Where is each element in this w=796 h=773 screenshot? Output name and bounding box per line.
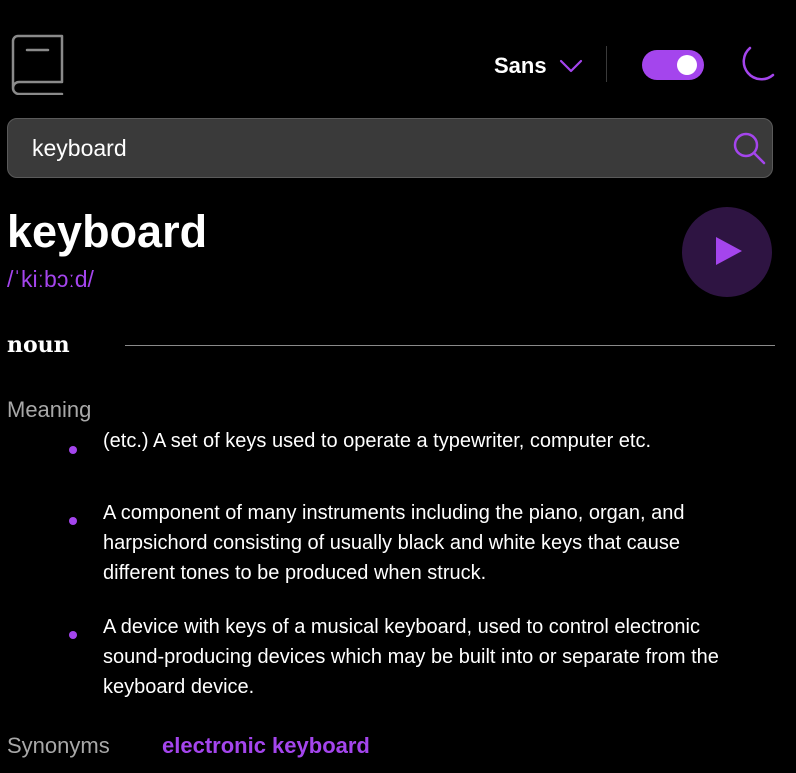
part-of-speech: noun: [7, 332, 70, 358]
search-icon[interactable]: [731, 130, 767, 166]
dictionary-app: Sans keyboard /ˈkiːbɔːd/ noun Meaning (e…: [0, 0, 796, 773]
toggle-knob: [677, 55, 697, 75]
moon-icon[interactable]: [736, 44, 776, 84]
definition-text: (etc.) A set of keys used to operate a t…: [103, 430, 652, 452]
definition-text: A component of many instruments includin…: [103, 502, 685, 584]
chevron-down-icon: [559, 59, 582, 73]
theme-toggle[interactable]: [642, 50, 704, 80]
play-icon: [716, 237, 742, 265]
phonetic: /ˈkiːbɔːd/: [7, 266, 94, 292]
play-button[interactable]: [682, 207, 772, 297]
bullet-icon: [69, 517, 77, 525]
meaning-heading: Meaning: [7, 397, 92, 422]
definition-text: A device with keys of a musical keyboard…: [103, 616, 719, 698]
bullet-icon: [69, 446, 77, 454]
font-selector-label: Sans: [494, 53, 547, 78]
book-icon: [10, 33, 66, 96]
part-of-speech-divider: [125, 345, 775, 346]
search-bar: [7, 118, 773, 178]
font-selector[interactable]: Sans: [494, 50, 583, 82]
header-divider: [606, 46, 607, 82]
synonym-link[interactable]: electronic keyboard: [162, 733, 370, 759]
bullet-icon: [69, 631, 77, 639]
synonyms-heading: Synonyms: [7, 733, 110, 758]
search-input[interactable]: [30, 119, 714, 177]
word-title: keyboard: [7, 206, 208, 257]
